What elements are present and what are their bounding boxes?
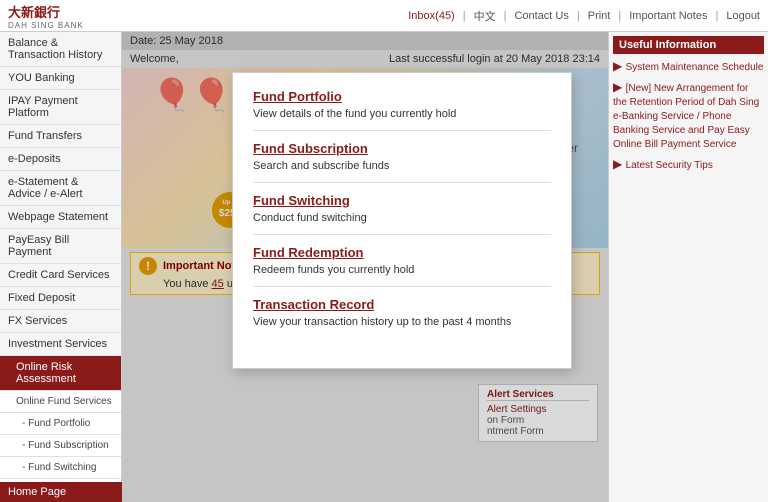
right-link-security[interactable]: Latest Security Tips xyxy=(626,160,713,171)
logo-area: 大新銀行 DAH SING BANK xyxy=(8,2,84,30)
popup-fund-redemption-link[interactable]: Fund Redemption xyxy=(253,245,551,260)
top-bar: 大新銀行 DAH SING BANK Inbox(45) | 中文 | Cont… xyxy=(0,0,768,32)
right-item-maintenance: ▶ System Maintenance Schedule xyxy=(613,58,764,75)
sidebar-item-ipay[interactable]: IPAY Payment Platform xyxy=(0,90,121,125)
contact-link[interactable]: Contact Us xyxy=(514,10,568,22)
sidebar-item-payeasy[interactable]: PayEasy Bill Payment xyxy=(0,229,121,264)
sidebar-item-online-risk[interactable]: Online Risk Assessment xyxy=(0,356,121,391)
sidebar-item-fixed-deposit[interactable]: Fixed Deposit xyxy=(0,287,121,310)
logout-link[interactable]: Logout xyxy=(726,10,760,22)
right-panel: Useful Information ▶ System Maintenance … xyxy=(608,32,768,502)
right-link-new-arrangement[interactable]: [New] New Arrangement for the Retention … xyxy=(613,83,759,150)
sidebar-item-edeposits[interactable]: e-Deposits xyxy=(0,148,121,171)
sidebar-item-estatement[interactable]: e-Statement & Advice / e-Alert xyxy=(0,171,121,206)
top-links: Inbox(45) | 中文 | Contact Us | Print | Im… xyxy=(408,8,760,24)
popup-transaction-record-link[interactable]: Transaction Record xyxy=(253,297,551,312)
lang-link[interactable]: 中文 xyxy=(474,8,496,24)
logo-sub: DAH SING BANK xyxy=(8,21,84,30)
sidebar: Balance & Transaction History YOU Bankin… xyxy=(0,32,122,502)
useful-info-header: Useful Information xyxy=(613,36,764,54)
print-link[interactable]: Print xyxy=(588,10,611,22)
sidebar-item-online-fund-services[interactable]: Online Fund Services xyxy=(0,391,121,413)
popup-fund-switching-desc: Conduct fund switching xyxy=(253,212,551,235)
logo-main: 大新銀行 xyxy=(8,2,60,21)
sidebar-item-fund-switching[interactable]: - Fund Switching xyxy=(0,457,121,479)
popup-fund-portfolio-desc: View details of the fund you currently h… xyxy=(253,108,551,131)
popup-fund-subscription-link[interactable]: Fund Subscription xyxy=(253,141,551,156)
popup-transaction-record-desc: View your transaction history up to the … xyxy=(253,316,551,338)
notes-link[interactable]: Important Notes xyxy=(629,10,707,22)
sidebar-item-fund-transfers[interactable]: Fund Transfers xyxy=(0,125,121,148)
popup-fund-portfolio-link[interactable]: Fund Portfolio xyxy=(253,89,551,104)
popup-fund-switching-link[interactable]: Fund Switching xyxy=(253,193,551,208)
sidebar-item-fund-subscription[interactable]: - Fund Subscription xyxy=(0,435,121,457)
logo-icon: 大新銀行 DAH SING BANK xyxy=(8,2,84,30)
sidebar-item-webpage[interactable]: Webpage Statement xyxy=(0,206,121,229)
inbox-link[interactable]: Inbox(45) xyxy=(408,10,454,22)
popup-fund-subscription-desc: Search and subscribe funds xyxy=(253,160,551,183)
sidebar-item-investment[interactable]: Investment Services xyxy=(0,333,121,356)
home-page-button[interactable]: Home Page xyxy=(0,482,122,502)
sidebar-item-balance[interactable]: Balance & Transaction History xyxy=(0,32,121,67)
right-item-security: ▶ Latest Security Tips xyxy=(613,156,764,173)
content-area: Date: 25 May 2018 Welcome, Last successf… xyxy=(122,32,608,502)
sidebar-item-fund-portfolio[interactable]: - Fund Portfolio xyxy=(0,413,121,435)
sidebar-item-you-banking[interactable]: YOU Banking xyxy=(0,67,121,90)
sidebar-item-credit-card[interactable]: Credit Card Services xyxy=(0,264,121,287)
main-layout: Balance & Transaction History YOU Bankin… xyxy=(0,32,768,502)
sidebar-item-fx[interactable]: FX Services xyxy=(0,310,121,333)
fund-services-popup: Fund Portfolio View details of the fund … xyxy=(232,72,572,369)
right-item-new-arrangement: ▶ [New] New Arrangement for the Retentio… xyxy=(613,79,764,152)
right-link-maintenance[interactable]: System Maintenance Schedule xyxy=(626,62,764,73)
popup-fund-redemption-desc: Redeem funds you currently hold xyxy=(253,264,551,287)
